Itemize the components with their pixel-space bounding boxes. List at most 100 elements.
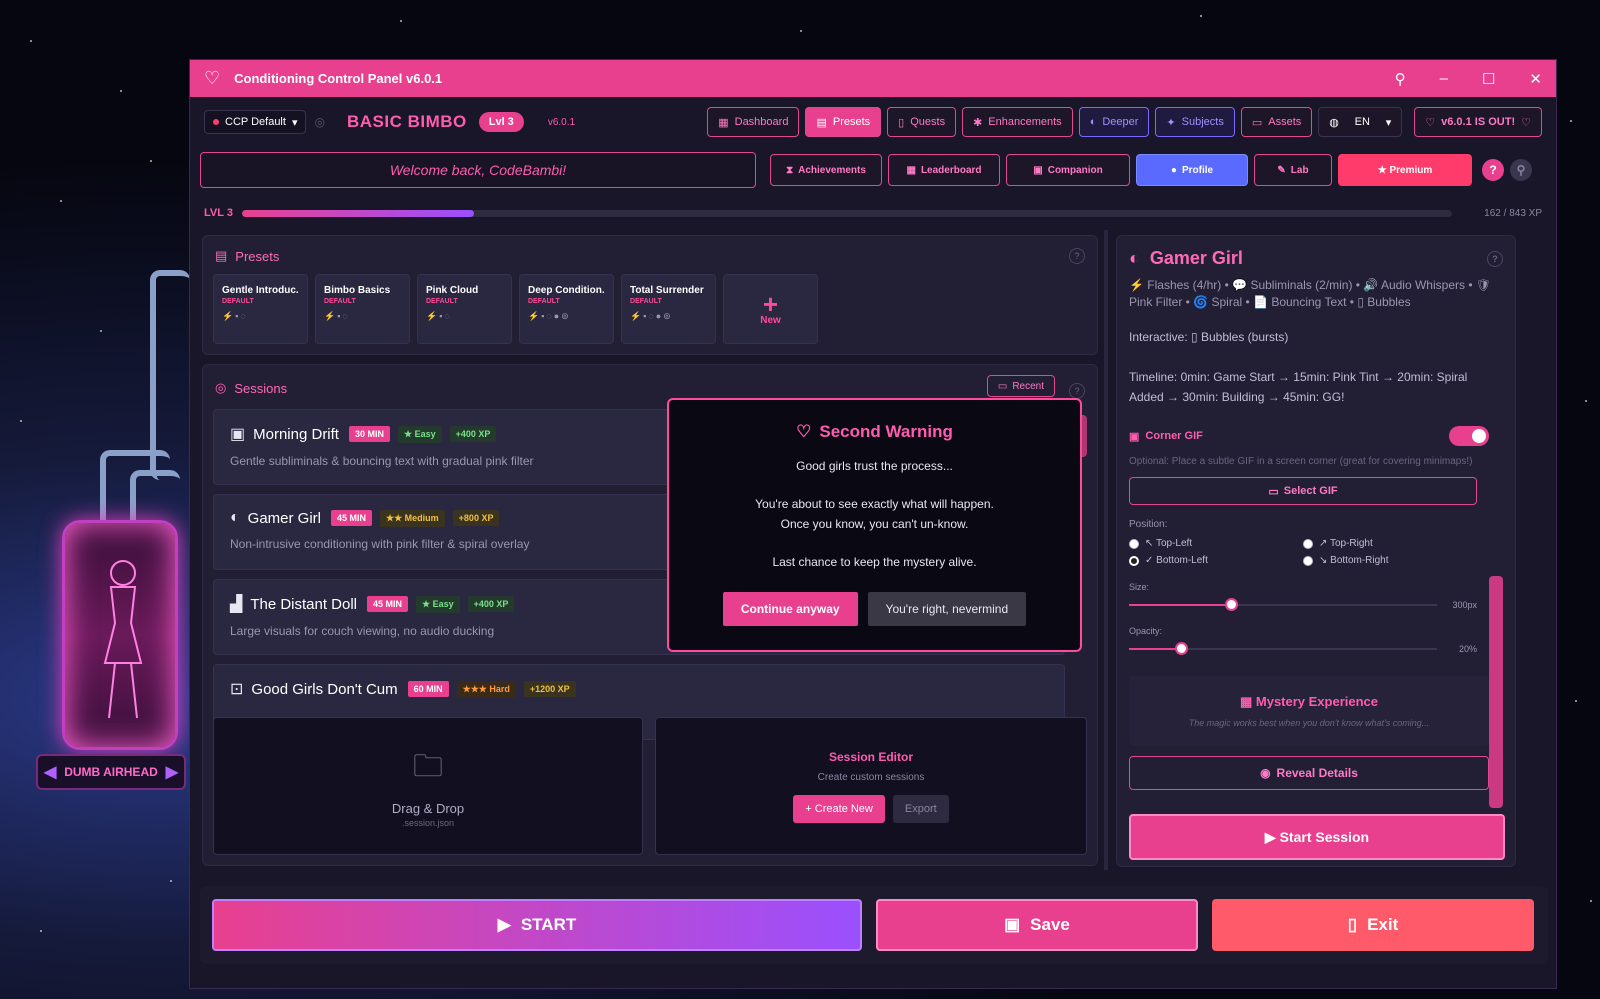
eye-icon: ◉	[1260, 766, 1271, 780]
radio-circle[interactable]	[1129, 555, 1139, 566]
corner-gif-title: Corner GIF	[1145, 430, 1203, 442]
companion-icon: ▣	[1033, 164, 1043, 176]
arrow-right-icon[interactable]: ▶	[166, 762, 178, 782]
nav-enhancements[interactable]: ✱ Enhancements	[962, 107, 1073, 137]
feature-icons: ⚡▪◌●⊚	[528, 311, 571, 321]
corner-gif-toggle[interactable]	[1449, 426, 1489, 446]
position-bottom-left[interactable]: ✓ Bottom-Left	[1129, 555, 1303, 566]
nav-deeper[interactable]: ◐ Deeper	[1078, 107, 1150, 137]
select-gif-button[interactable]: ▭ Select GIF	[1129, 477, 1477, 505]
duration-badge: 45 MIN	[367, 596, 409, 612]
xp-badge: +400 XP	[449, 426, 497, 442]
new-preset-button[interactable]: + New	[723, 274, 818, 344]
button-label: Achievements	[798, 164, 866, 176]
lab-button[interactable]: ✎ Lab	[1254, 154, 1332, 186]
nav-dashboard[interactable]: ▦ Dashboard	[707, 107, 800, 137]
corner-gif-hint: Optional: Place a subtle GIF in a screen…	[1129, 456, 1473, 467]
pod-capsule	[62, 520, 178, 750]
radio-circle[interactable]	[1303, 538, 1313, 549]
help-button[interactable]: ?	[1482, 159, 1504, 181]
position-bottom-right[interactable]: ↘ Bottom-Right	[1303, 555, 1477, 566]
premium-button[interactable]: ★ Premium	[1338, 154, 1472, 186]
achievements-button[interactable]: ⧗ Achievements	[770, 154, 882, 186]
drop-zone[interactable]: 🗀 Drag & Drop .session.json	[213, 717, 643, 855]
position-top-right[interactable]: ↗ Top-Right	[1303, 538, 1477, 549]
nav-subjects[interactable]: ✦ Subjects	[1155, 107, 1235, 137]
preset-card[interactable]: Gentle Introduc... DEFAULT ⚡▪◌	[213, 274, 308, 344]
help-icon[interactable]: ?	[1069, 383, 1085, 399]
button-label: Profile	[1181, 164, 1214, 176]
top-bar: CCP Default ▾ ◎ BASIC BIMBO Lvl 3 v6.0.1…	[204, 105, 1542, 139]
recent-button[interactable]: ▭ Recent	[986, 375, 1055, 397]
nav-label: Deeper	[1102, 116, 1139, 128]
help-icon[interactable]: ?	[1487, 250, 1503, 267]
maximize-button[interactable]: ☐	[1482, 70, 1495, 88]
reveal-details-button[interactable]: ◉ Reveal Details	[1129, 756, 1489, 790]
settings-icon[interactable]: ◎	[314, 115, 324, 129]
slider-knob[interactable]	[1224, 598, 1238, 611]
radio-circle[interactable]	[1303, 555, 1313, 566]
radio-circle[interactable]	[1129, 538, 1139, 549]
chevron-down-icon: ▾	[291, 116, 298, 129]
export-button[interactable]: Export	[892, 794, 949, 823]
preset-card[interactable]: Pink Cloud DEFAULT ⚡▪◌	[417, 274, 512, 344]
reveal-label: Reveal Details	[1276, 766, 1358, 780]
profile-dropdown[interactable]: CCP Default ▾	[204, 110, 307, 134]
language-select[interactable]: ◍ EN ▾	[1318, 107, 1403, 137]
preset-card[interactable]: Deep Condition... DEFAULT ⚡▪◌●⊚	[519, 274, 614, 344]
detail-scrollbar[interactable]	[1489, 576, 1503, 808]
save-button[interactable]: ▣ Save	[876, 899, 1198, 951]
globe-icon: ◍	[1329, 116, 1339, 129]
feature-icons: ⚡▪◌	[324, 311, 350, 321]
size-value: 300px	[1452, 600, 1477, 610]
dialog-line: You're about to see exactly what will ha…	[755, 497, 994, 511]
preset-card[interactable]: Total Surrender DEFAULT ⚡▪◌●⊚	[621, 274, 716, 344]
start-button[interactable]: ▶ START	[212, 899, 862, 951]
xp-fill	[242, 209, 475, 217]
footer-bar: ▶ START ▣ Save ▯ Exit	[200, 886, 1548, 964]
language-value: EN	[1354, 116, 1370, 128]
profile-button[interactable]: ● Profile	[1136, 154, 1248, 186]
xp-badge: +400 XP	[467, 596, 515, 612]
panel-title: Presets	[235, 248, 280, 264]
opacity-label: Opacity:	[1129, 626, 1163, 636]
preset-name: Total Surrender	[630, 285, 704, 296]
link-icon[interactable]: ⚲	[1510, 159, 1532, 181]
continue-anyway-button[interactable]: Continue anyway	[722, 592, 858, 626]
close-button[interactable]: ✕	[1529, 70, 1542, 88]
exit-button[interactable]: ▯ Exit	[1212, 899, 1534, 951]
arrow-left-icon[interactable]: ◀	[44, 762, 56, 782]
pin-icon[interactable]: ⚲	[1395, 70, 1406, 88]
pod-selector[interactable]: ◀ DUMB AIRHEAD ▶	[36, 754, 186, 790]
play-icon: ▶	[497, 915, 511, 934]
heart-icon: ♡	[1521, 116, 1531, 129]
nevermind-button[interactable]: You're right, nevermind	[867, 592, 1027, 626]
button-label: ★ Premium	[1377, 164, 1433, 176]
start-session-button[interactable]: ▶ Start Session	[1129, 814, 1505, 860]
leaderboard-button[interactable]: ▦ Leaderboard	[888, 154, 1000, 186]
panel-divider[interactable]	[1104, 230, 1108, 870]
minimize-button[interactable]: –	[1440, 70, 1448, 88]
door-icon: ▯	[1347, 915, 1358, 934]
leaderboard-icon: ▦	[906, 164, 916, 176]
companion-button[interactable]: ▣ Companion	[1006, 154, 1130, 186]
scroll-icon: ▯	[898, 116, 905, 129]
update-banner[interactable]: ♡ v6.0.1 IS OUT! ♡	[1414, 107, 1542, 137]
position-top-left[interactable]: ↖ Top-Left	[1129, 538, 1303, 549]
nav-label: Enhancements	[988, 116, 1062, 128]
nav-presets[interactable]: ▤ Presets	[805, 107, 882, 137]
slider-knob[interactable]	[1175, 642, 1189, 655]
help-icon[interactable]: ?	[1069, 248, 1085, 264]
preset-card[interactable]: Bimbo Basics DEFAULT ⚡▪◌	[315, 274, 410, 344]
feature-icons: ⚡▪◌●⊚	[630, 311, 673, 321]
xp-track	[242, 209, 1452, 217]
opacity-slider[interactable]: 20%	[1129, 642, 1477, 655]
preset-name: Deep Condition...	[528, 285, 605, 296]
pencil-icon: ✎	[1277, 164, 1286, 176]
create-new-button[interactable]: + Create New	[793, 794, 885, 823]
nav-assets[interactable]: ▭ Assets	[1240, 107, 1313, 137]
nav-label: Dashboard	[734, 116, 789, 128]
radio-label: ↘ Bottom-Right	[1319, 555, 1389, 566]
nav-quests[interactable]: ▯ Quests	[887, 107, 957, 137]
size-slider[interactable]: 300px	[1129, 598, 1477, 611]
